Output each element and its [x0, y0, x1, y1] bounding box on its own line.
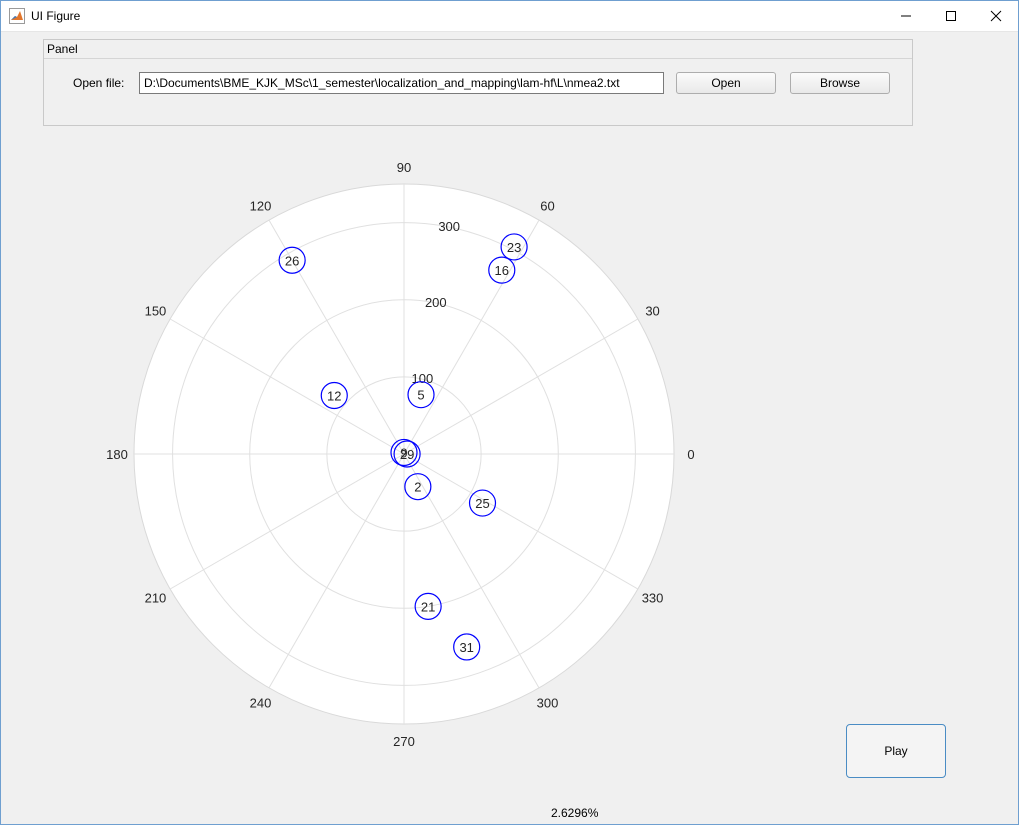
- theta-tick-label: 270: [393, 734, 415, 749]
- satellite-label: 5: [417, 388, 424, 403]
- satellite-label: 25: [475, 496, 489, 511]
- satellite-label: 16: [495, 263, 509, 278]
- satellite-label: 29: [400, 447, 414, 462]
- theta-tick-label: 0: [687, 447, 694, 462]
- satellite-label: 23: [507, 240, 521, 255]
- satellite-label: 12: [327, 388, 341, 403]
- theta-tick-label: 60: [540, 198, 554, 213]
- progress-text: 2.6296%: [551, 806, 599, 820]
- theta-tick-label: 30: [645, 304, 659, 319]
- theta-tick-label: 180: [106, 447, 128, 462]
- satellite-label: 2: [414, 480, 421, 495]
- r-tick-label: 300: [438, 219, 460, 234]
- satellite-label: 26: [285, 253, 299, 268]
- play-button[interactable]: Play: [846, 724, 946, 778]
- r-tick-label: 200: [425, 295, 447, 310]
- polar-sky-plot: 0306090120150180210240270300330100200300…: [106, 160, 694, 749]
- theta-tick-label: 210: [145, 591, 167, 606]
- theta-tick-label: 330: [642, 591, 664, 606]
- satellite-label: 21: [421, 599, 435, 614]
- theta-tick-label: 240: [250, 696, 272, 711]
- theta-tick-label: 300: [537, 696, 559, 711]
- theta-tick-label: 90: [397, 160, 411, 175]
- theta-tick-label: 150: [145, 304, 167, 319]
- theta-tick-label: 120: [250, 198, 272, 213]
- satellite-label: 31: [459, 640, 473, 655]
